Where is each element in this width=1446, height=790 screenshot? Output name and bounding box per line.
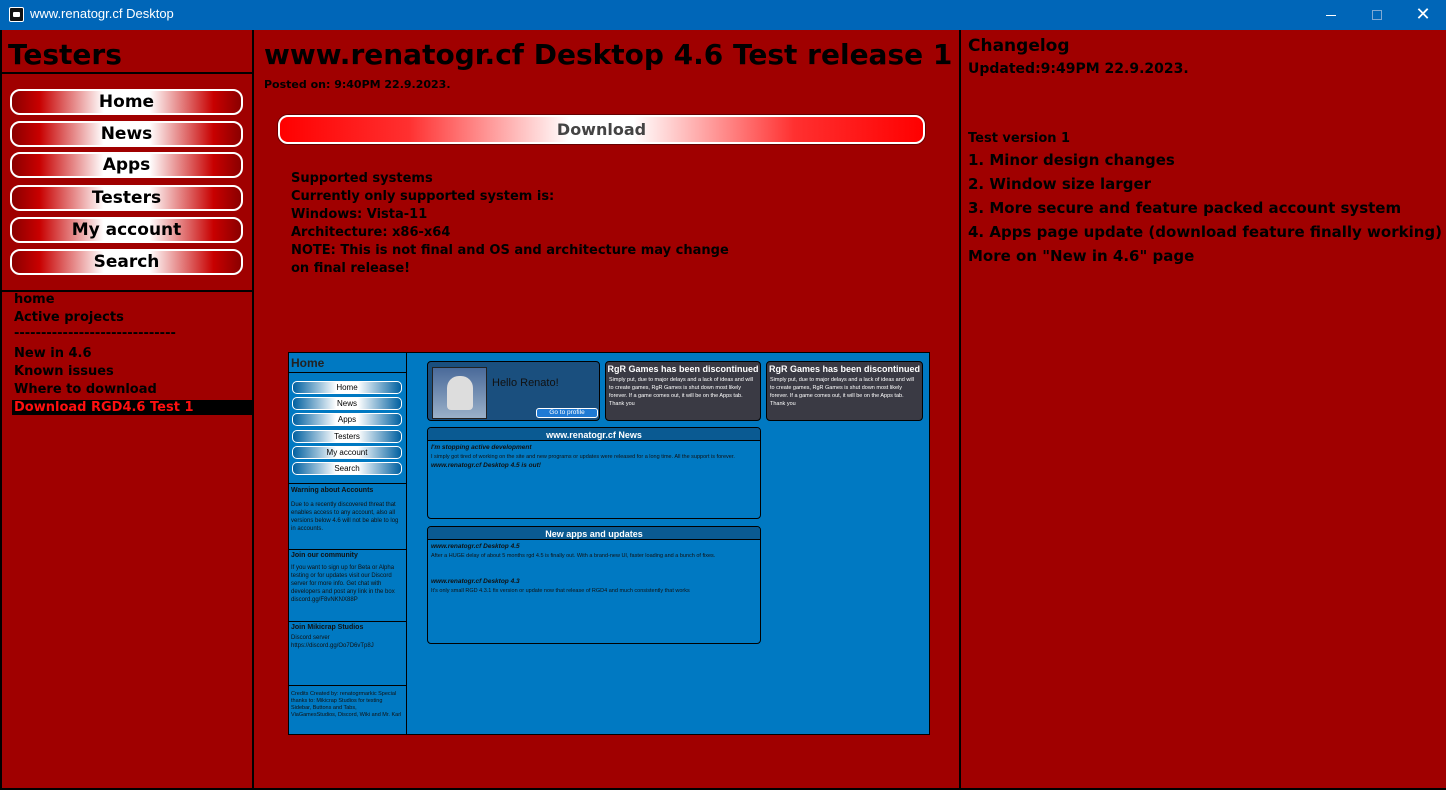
preview-profile-button: Go to profile — [536, 408, 598, 418]
preview-nav-news: News — [292, 397, 402, 410]
nav-apps-button[interactable]: Apps — [10, 152, 243, 178]
close-icon: ✕ — [1415, 4, 1431, 25]
preview-divider — [289, 549, 406, 550]
preview-screenshot: Home Home News Apps Testers My account S… — [288, 352, 930, 735]
preview-card-title: RgR Games has been discontinued — [768, 364, 921, 374]
supported-systems: Supported systems Currently only support… — [291, 170, 729, 278]
preview-nav-my-account: My account — [292, 446, 402, 459]
sidebar-link-known-issues[interactable]: Known issues — [14, 364, 114, 379]
systems-line: on final release! — [291, 261, 411, 276]
changelog-heading: Changelog — [968, 36, 1070, 56]
changelog-item: 1. Minor design changes — [968, 151, 1175, 169]
preview-nav-apps: Apps — [292, 413, 402, 426]
left-sidebar: Testers Home News Apps Testers My accoun… — [0, 30, 254, 790]
preview-card-title: RgR Games has been discontinued — [607, 364, 759, 374]
systems-line: NOTE: This is not final and OS and archi… — [291, 243, 729, 258]
changelog-panel: Changelog Updated:9:49PM 22.9.2023. Test… — [959, 30, 1446, 790]
preview-community: Join our community If you want to sign u… — [291, 552, 403, 604]
preview-warning-text: Due to a recently discovered threat that… — [291, 502, 399, 532]
changelog-item: More on "New in 4.6" page — [968, 247, 1195, 265]
preview-card-text: Simply put, due to major delays and a la… — [609, 377, 753, 407]
preview-apps-body: www.renatogr.cf Desktop 4.5 After a HUGE… — [428, 540, 760, 597]
preview-sidebar: Home Home News Apps Testers My account S… — [289, 353, 407, 734]
preview-news-title: www.renatogr.cf News — [428, 428, 760, 441]
preview-news-text: I simply got tired of working on the sit… — [431, 454, 735, 460]
title-bar: www.renatogr.cf Desktop ✕ — [0, 0, 1446, 30]
preview-nav-search: Search — [292, 462, 402, 475]
preview-discontinued-card: RgR Games has been discontinued Simply p… — [766, 361, 923, 421]
nav-home-button[interactable]: Home — [10, 89, 243, 115]
preview-news-card: www.renatogr.cf News I'm stopping active… — [427, 427, 761, 519]
changelog-item: 3. More secure and feature packed accoun… — [968, 199, 1402, 217]
sidebar-link-active-projects[interactable]: Active projects — [14, 310, 124, 325]
preview-divider — [289, 685, 406, 686]
maximize-icon — [1372, 10, 1382, 20]
sidebar-link-separator: ------------------------------ — [14, 326, 176, 341]
preview-apps-sub2: www.renatogr.cf Desktop 4.3 — [431, 578, 520, 585]
preview-mikicrap: Join Mikicrap Studios Discord server htt… — [291, 624, 403, 650]
preview-divider — [289, 621, 406, 622]
systems-line: Currently only supported system is: — [291, 189, 555, 204]
preview-nav-testers: Testers — [292, 430, 402, 443]
nav-testers-button[interactable]: Testers — [10, 185, 243, 211]
page-title: www.renatogr.cf Desktop 4.6 Test release… — [264, 38, 953, 71]
maximize-button[interactable] — [1354, 0, 1400, 30]
changelog-updated: Updated:9:49PM 22.9.2023. — [968, 61, 1189, 77]
download-button[interactable]: Download — [278, 115, 925, 144]
preview-apps-sub1: www.renatogr.cf Desktop 4.5 — [431, 543, 520, 550]
window-title: www.renatogr.cf Desktop — [30, 6, 174, 21]
preview-sidebar-title: Home — [291, 356, 325, 370]
preview-news-body: I'm stopping active development I simply… — [428, 441, 760, 473]
posted-date: Posted on: 9:40PM 22.9.2023. — [264, 78, 451, 91]
preview-mikicrap-title: Join Mikicrap Studios — [291, 624, 364, 631]
preview-avatar — [432, 367, 487, 419]
preview-apps-title: New apps and updates — [428, 527, 760, 540]
preview-community-title: Join our community — [291, 552, 358, 559]
changelog-version: Test version 1 — [968, 131, 1071, 146]
minimize-icon — [1326, 14, 1336, 16]
app-icon — [9, 7, 24, 22]
preview-apps-text1: After a HUGE delay of about 5 months rgd… — [431, 553, 716, 559]
systems-line: Architecture: x86-x64 — [291, 225, 451, 240]
preview-news-sub2: www.renatogr.cf Desktop 4.5 is out! — [431, 462, 541, 469]
preview-credits: Credits Created by: renatogrmarkic Speci… — [291, 691, 402, 718]
preview-divider — [289, 372, 406, 373]
preview-news-sub: I'm stopping active development — [431, 444, 532, 451]
close-button[interactable]: ✕ — [1400, 0, 1446, 30]
minimize-button[interactable] — [1308, 0, 1354, 30]
nav-my-account-button[interactable]: My account — [10, 217, 243, 243]
preview-warning: Warning about Accounts Due to a recently… — [291, 487, 403, 533]
preview-apps-card: New apps and updates www.renatogr.cf Des… — [427, 526, 761, 644]
nav-news-button[interactable]: News — [10, 121, 243, 147]
nav-search-button[interactable]: Search — [10, 249, 243, 275]
preview-mikicrap-text: Discord server https://discord.gg/Oo7D6v… — [291, 635, 374, 649]
sidebar-link-where-to-download[interactable]: Where to download — [14, 382, 157, 397]
preview-nav-home: Home — [292, 381, 402, 394]
sidebar-link-new-in-46[interactable]: New in 4.6 — [14, 346, 92, 361]
sidebar-link-home[interactable]: home — [14, 292, 55, 307]
changelog-item: 4. Apps page update (download feature fi… — [968, 223, 1443, 241]
preview-divider — [289, 483, 406, 484]
preview-card-text: Simply put, due to major delays and a la… — [770, 377, 914, 407]
sidebar-divider — [2, 72, 254, 74]
main-content: www.renatogr.cf Desktop 4.6 Test release… — [252, 30, 962, 790]
sidebar-heading: Testers — [8, 38, 122, 71]
preview-apps-text2: It's only small RGD 4.3.1 fix version or… — [431, 588, 690, 594]
sidebar-link-download-rgd46[interactable]: Download RGD4.6 Test 1 — [12, 400, 252, 415]
preview-profile-card: Hello Renato! Go to profile — [427, 361, 600, 421]
preview-hello: Hello Renato! — [492, 377, 559, 389]
preview-community-text: If you want to sign up for Beta or Alpha… — [291, 565, 395, 603]
systems-line: Supported systems — [291, 171, 433, 186]
preview-discontinued-card: RgR Games has been discontinued Simply p… — [605, 361, 761, 421]
preview-warning-title: Warning about Accounts — [291, 487, 374, 494]
changelog-item: 2. Window size larger — [968, 175, 1152, 193]
systems-line: Windows: Vista-11 — [291, 207, 428, 222]
